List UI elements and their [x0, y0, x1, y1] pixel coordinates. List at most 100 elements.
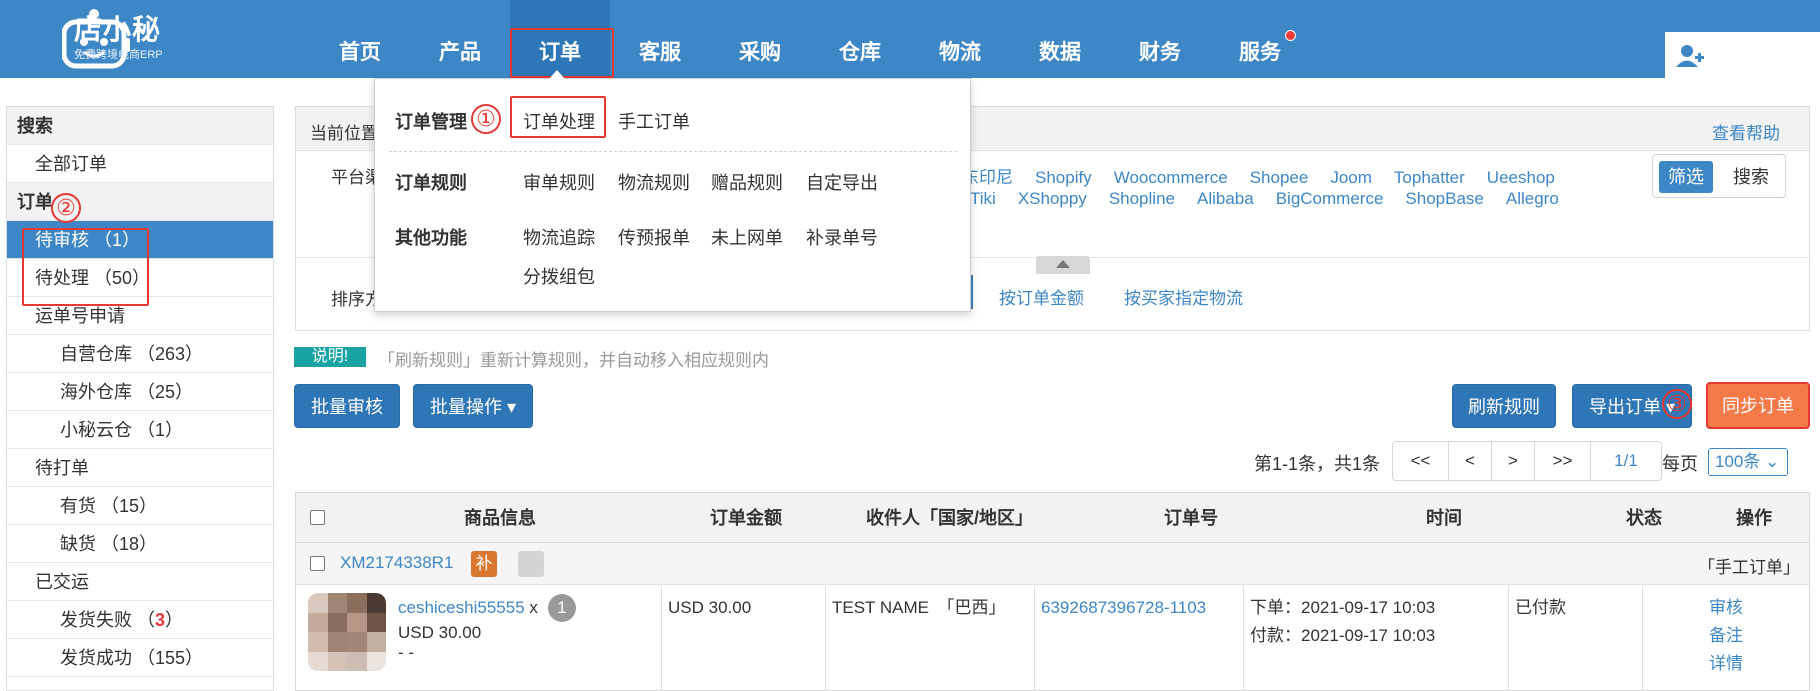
help-link[interactable]: 查看帮助	[1712, 119, 1780, 144]
filter-search-toggle: 筛选 搜索	[1652, 154, 1786, 198]
pager-prev[interactable]: <	[1449, 442, 1492, 480]
sidebar-item-waybill-apply[interactable]: 运单号申请	[7, 297, 273, 335]
th-amount: 订单金额	[710, 508, 782, 528]
sidebar-item-pending-process[interactable]: 待处理 （50）	[7, 259, 273, 297]
sort-by-buyer-logistics[interactable]: 按买家指定物流	[1124, 289, 1243, 308]
add-user-icon[interactable]	[1676, 44, 1704, 68]
th-product: 商品信息	[464, 508, 536, 528]
pager-next[interactable]: >	[1492, 442, 1535, 480]
action-review[interactable]: 审核	[1649, 594, 1803, 622]
product-name-link[interactable]: ceshiceshi55555	[398, 598, 525, 617]
nav-customer-service[interactable]: 客服	[610, 0, 710, 78]
dd-group-other: 其他功能	[395, 228, 467, 248]
dd-item-pre-report[interactable]: 传预报单	[618, 224, 690, 250]
dd-item-manual-orders[interactable]: 手工订单	[618, 108, 690, 134]
platform-link[interactable]: Woocommerce	[1114, 168, 1228, 187]
sidebar-item-xiaomi-cloud[interactable]: 小秘云仓 （1）	[7, 411, 273, 449]
dd-group-order-rules: 订单规则	[395, 173, 467, 193]
platform-link[interactable]: Alibaba	[1197, 189, 1254, 208]
td-order-no: 6392687396728-1103	[1035, 586, 1244, 690]
dd-group-order-management: 订单管理	[395, 112, 467, 132]
order-id-link[interactable]: XM2174338R1	[340, 553, 453, 573]
dd-item-gift-rules[interactable]: 赠品规则	[711, 169, 783, 195]
dd-item-review-rules[interactable]: 审单规则	[523, 169, 595, 195]
sidebar-item-in-stock[interactable]: 有货 （15）	[7, 487, 273, 525]
platform-link[interactable]: BigCommerce	[1276, 189, 1384, 208]
platform-link[interactable]: ShopBase	[1405, 189, 1483, 208]
dd-separator	[389, 151, 957, 152]
batch-review-button[interactable]: 批量审核	[294, 384, 400, 428]
main-nav: 首页 产品 订单 客服 采购 仓库 物流 数据 财务 服务	[310, 0, 1310, 78]
sidebar-item-shipped[interactable]: 已交运	[7, 563, 273, 601]
td-actions: 审核 备注 详情	[1643, 586, 1809, 690]
dd-item-not-online[interactable]: 未上网单	[711, 224, 783, 250]
annotation-3: ③	[1662, 389, 1692, 419]
quantity-badge: 1	[547, 594, 576, 622]
dd-item-custom-export[interactable]: 自定导出	[806, 169, 878, 195]
th-recipient: 收件人「国家/地区」	[866, 508, 1034, 528]
dd-item-logistics-tracking[interactable]: 物流追踪	[523, 224, 595, 250]
batch-operations-button[interactable]: 批量操作 ▾	[413, 384, 533, 428]
sidebar-search-head: 搜索	[7, 107, 273, 145]
product-thumbnail[interactable]	[308, 593, 386, 671]
platform-link[interactable]: XShoppy	[1018, 189, 1087, 208]
sort-by-amount[interactable]: 按订单金额	[999, 289, 1084, 308]
td-recipient: TEST NAME 「巴西」	[826, 586, 1035, 690]
platform-link[interactable]: Tiki	[970, 189, 996, 208]
notice-text: 「刷新规则」重新计算规则，并自动移入相应规则内	[378, 351, 769, 370]
sidebar-item-pending-review[interactable]: 待审核 （1）	[7, 221, 273, 259]
nav-purchase[interactable]: 采购	[710, 0, 810, 78]
dd-item-add-tracking-no[interactable]: 补录单号	[806, 224, 878, 250]
dd-item-logistics-rules[interactable]: 物流规则	[618, 169, 690, 195]
sidebar-item-ship-failed[interactable]: 发货失败 （3）	[7, 601, 273, 639]
nav-data[interactable]: 数据	[1010, 0, 1110, 78]
sidebar-item-own-warehouse[interactable]: 自营仓库 （263）	[7, 335, 273, 373]
table-header: 商品信息 订单金额 收件人「国家/地区」 订单号 时间 状态 操作	[296, 493, 1809, 543]
action-remark[interactable]: 备注	[1649, 622, 1803, 650]
pager-info: 第1-1条，共1条	[1254, 454, 1381, 474]
order-checkbox[interactable]	[310, 556, 325, 571]
pager-last[interactable]: >>	[1535, 442, 1591, 480]
platform-link[interactable]: Shopify	[1035, 168, 1092, 187]
action-details[interactable]: 详情	[1649, 650, 1803, 678]
nav-home[interactable]: 首页	[310, 0, 410, 78]
order-type-label: 「手工订单」	[1698, 558, 1800, 577]
th-time: 时间	[1426, 508, 1462, 528]
sidebar-item-overseas-warehouse[interactable]: 海外仓库 （25）	[7, 373, 273, 411]
sync-orders-button[interactable]: 同步订单	[1706, 382, 1810, 429]
logo-title: 店小秘	[74, 13, 162, 46]
nav-warehouse[interactable]: 仓库	[810, 0, 910, 78]
order-number-link[interactable]: 6392687396728-1103	[1041, 598, 1206, 617]
pager-current: 1/1	[1614, 451, 1638, 470]
nav-orders[interactable]: 订单	[510, 0, 614, 78]
sidebar-item-to-print[interactable]: 待打单	[7, 449, 273, 487]
platform-link[interactable]: Ueeshop	[1487, 168, 1555, 187]
platform-link[interactable]: Allegro	[1506, 189, 1559, 208]
nav-logistics[interactable]: 物流	[910, 0, 1010, 78]
filter-button[interactable]: 筛选	[1659, 161, 1713, 193]
search-button[interactable]: 搜索	[1721, 161, 1781, 193]
dd-item-dispatch-group[interactable]: 分拨组包	[523, 263, 595, 289]
annotation-1: ①	[471, 104, 501, 134]
pager-first[interactable]: <<	[1393, 442, 1449, 480]
sidebar-item-all-orders[interactable]: 全部订单	[7, 145, 273, 183]
per-page-select[interactable]: 100条 ⌄	[1708, 448, 1788, 476]
refresh-rules-button[interactable]: 刷新规则	[1452, 384, 1556, 428]
per-page-label: 每页	[1662, 454, 1698, 474]
nav-finance[interactable]: 财务	[1110, 0, 1210, 78]
select-all-checkbox[interactable]	[310, 510, 325, 525]
platform-link[interactable]: Tophatter	[1394, 168, 1465, 187]
qty-x: x	[529, 598, 538, 617]
dd-item-order-processing[interactable]: 订单处理	[523, 108, 595, 134]
platform-link[interactable]: Shopee	[1250, 168, 1309, 187]
platform-link[interactable]: Shopline	[1109, 189, 1175, 208]
tag-badge[interactable]	[518, 551, 544, 577]
th-actions: 操作	[1736, 508, 1772, 528]
collapse-toggle[interactable]	[1036, 256, 1090, 274]
annotation-2: ②	[51, 193, 81, 223]
nav-products[interactable]: 产品	[410, 0, 510, 78]
sidebar-item-ship-success[interactable]: 发货成功 （155）	[7, 639, 273, 677]
sidebar-item-out-stock[interactable]: 缺货 （18）	[7, 525, 273, 563]
nav-services[interactable]: 服务	[1210, 0, 1310, 78]
platform-link[interactable]: Joom	[1330, 168, 1372, 187]
